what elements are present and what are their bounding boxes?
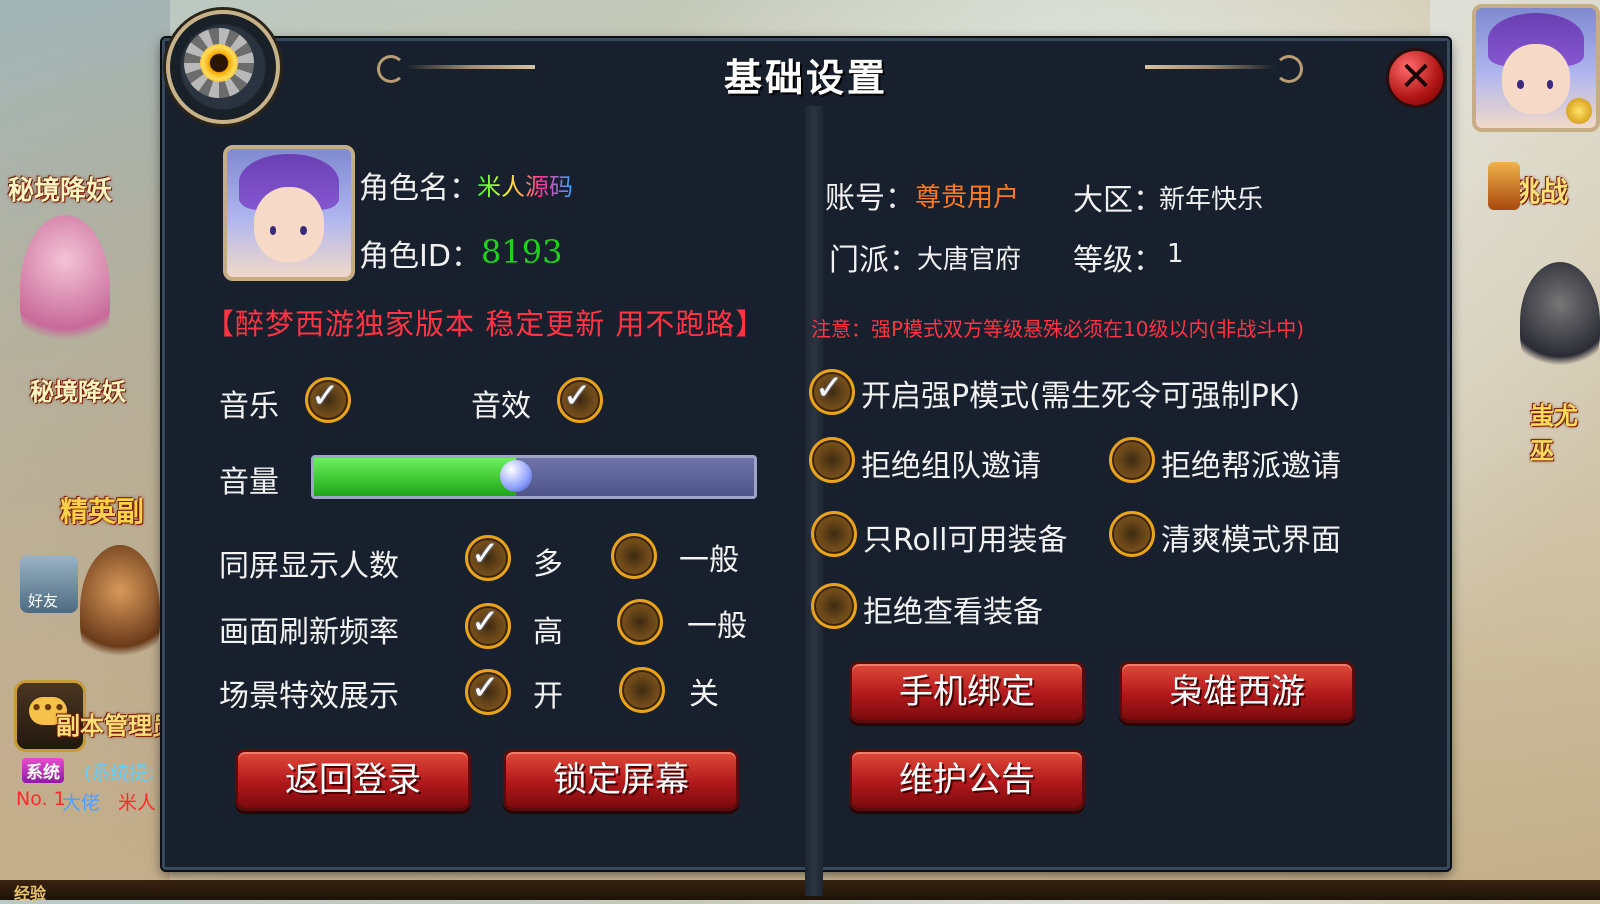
title-ornament-right-icon [1275,55,1303,83]
portrait-face [254,187,324,262]
crowd-option-normal-radio[interactable] [611,533,657,579]
character-portrait [223,145,355,281]
event-label-elite-dungeon[interactable]: 精英副 [60,490,144,530]
account-value: 尊贵用户 [915,183,1020,213]
gear-ring [200,44,238,82]
rank-title: 大佬 [62,792,101,814]
reject-team-label: 拒绝组队邀请 [861,449,1041,484]
experience-bar [0,880,1600,900]
system-message: (系统提: [84,762,155,784]
refresh-option-high-label: 高 [533,615,563,650]
reject-guild-label: 拒绝帮派邀请 [1161,449,1341,484]
check-icon: ✓ [471,534,500,574]
avatar-eye-left [1517,80,1524,89]
maintenance-notice-button[interactable]: 维护公告 [849,749,1085,811]
panel-column-divider [805,106,823,896]
sfx-label: 音效 [471,389,531,424]
phone-bind-button[interactable]: 手机绑定 [849,661,1085,723]
xiaoxiong-xiyou-button[interactable]: 枭雄西游 [1119,661,1355,723]
avatar-eye-right [1546,80,1554,89]
music-checkbox[interactable]: ✓ [305,376,351,423]
effects-option-off-radio[interactable] [619,667,665,713]
level-label: 等级： [1073,243,1163,278]
effects-option-off-label: 关 [689,677,719,712]
challenge-icon[interactable] [1488,162,1520,210]
admin-name-label: 副本管理员 [56,712,176,740]
check-icon: ✓ [311,376,340,416]
reject-guild-checkbox[interactable] [1109,437,1155,483]
scene-effects-label: 场景特效展示 [219,679,399,714]
character-id-value: 8193 [481,233,563,271]
crowd-option-many-radio[interactable]: ✓ [465,534,511,581]
region-value: 新年快乐 [1159,185,1264,215]
roll-usable-label: 只Roll可用装备 [863,523,1068,558]
npc-sprite-admin[interactable] [80,545,160,675]
refresh-option-high-radio[interactable]: ✓ [465,602,511,649]
music-label: 音乐 [219,389,279,424]
friend-label: 好友 [28,592,59,610]
panel-title-bar: 基础设置 [165,41,1447,111]
panel-title: 基础设置 [723,56,888,100]
clean-ui-checkbox[interactable] [1109,511,1155,557]
avatar-face [1502,44,1570,114]
check-icon: ✓ [471,602,500,642]
level-value: 1 [1167,239,1184,269]
sect-value: 大唐官府 [917,245,1022,275]
volume-slider[interactable] [311,455,757,499]
rank-number: No. 1 [16,788,66,810]
lock-screen-button[interactable]: 锁定屏幕 [503,749,739,811]
sfx-checkbox[interactable]: ✓ [557,376,603,423]
check-icon: ✓ [471,668,500,708]
crowd-option-normal-label: 一般 [679,543,739,578]
account-label: 账号： [825,181,915,216]
npc-sprite-fairy[interactable] [20,215,110,365]
effects-option-on-radio[interactable]: ✓ [465,668,511,715]
effects-option-on-label: 开 [533,679,563,714]
close-button[interactable]: ✕ [1386,48,1446,108]
gold-coin-icon [1566,98,1592,124]
rank-player: 米人 [118,792,157,814]
check-icon: ✓ [563,376,592,416]
refresh-option-normal-radio[interactable] [617,599,663,645]
npc-sprite-chiyou[interactable] [1520,262,1600,382]
back-to-login-button[interactable]: 返回登录 [235,749,471,811]
character-id-label: 角色ID： [359,239,481,274]
check-icon: ✓ [815,368,844,408]
refresh-rate-label: 画面刷新频率 [219,615,399,650]
settings-gear-icon [166,10,280,124]
player-avatar-top[interactable] [1472,4,1600,132]
reject-team-checkbox[interactable] [809,437,855,483]
friend-button[interactable]: 好友 [20,555,78,613]
portrait-eye-left [269,225,277,235]
portrait-eye-right [300,225,308,235]
volume-label: 音量 [219,465,279,500]
character-name-value: 米人源码 [477,167,573,202]
pk-mode-notice: 注意：强P模式双方等级悬殊必须在10级以内(非战斗中) [811,317,1305,341]
force-pk-checkbox[interactable]: ✓ [809,368,855,415]
challenge-label[interactable]: 挑战 [1512,170,1568,210]
clean-ui-label: 清爽模式界面 [1161,523,1341,558]
sect-label: 门派： [829,243,919,278]
force-pk-label: 开启强P模式(需生死令可强制PK) [861,379,1301,414]
volume-slider-knob[interactable] [500,460,533,492]
npc-name-chiyou: 蚩尤巫 [1530,402,1578,465]
experience-label: 经验 [14,884,47,903]
reject-view-equipment-label: 拒绝查看装备 [863,595,1043,630]
version-notice: 【醉梦西游独家版本 稳定更新 用不跑路】 [205,307,766,341]
region-label: 大区： [1073,183,1163,218]
title-ornament-right-line [1145,65,1275,69]
reject-view-equipment-checkbox[interactable] [811,583,857,629]
system-tag: 系统 [22,758,64,783]
crowd-display-label: 同屏显示人数 [219,549,399,584]
roll-usable-checkbox[interactable] [811,511,857,557]
event-label-secret-realm[interactable]: 秘境降妖 [8,170,112,207]
settings-panel: 基础设置 角色名： 米人源码 角色ID： 8193 【醉梦西游独家版本 稳定更新… [162,38,1450,896]
character-name-label: 角色名： [359,171,479,206]
npc-name-secret-realm: 秘境降妖 [30,378,126,406]
refresh-option-normal-label: 一般 [687,609,747,644]
volume-slider-fill [314,458,517,496]
crowd-option-many-label: 多 [533,547,563,582]
